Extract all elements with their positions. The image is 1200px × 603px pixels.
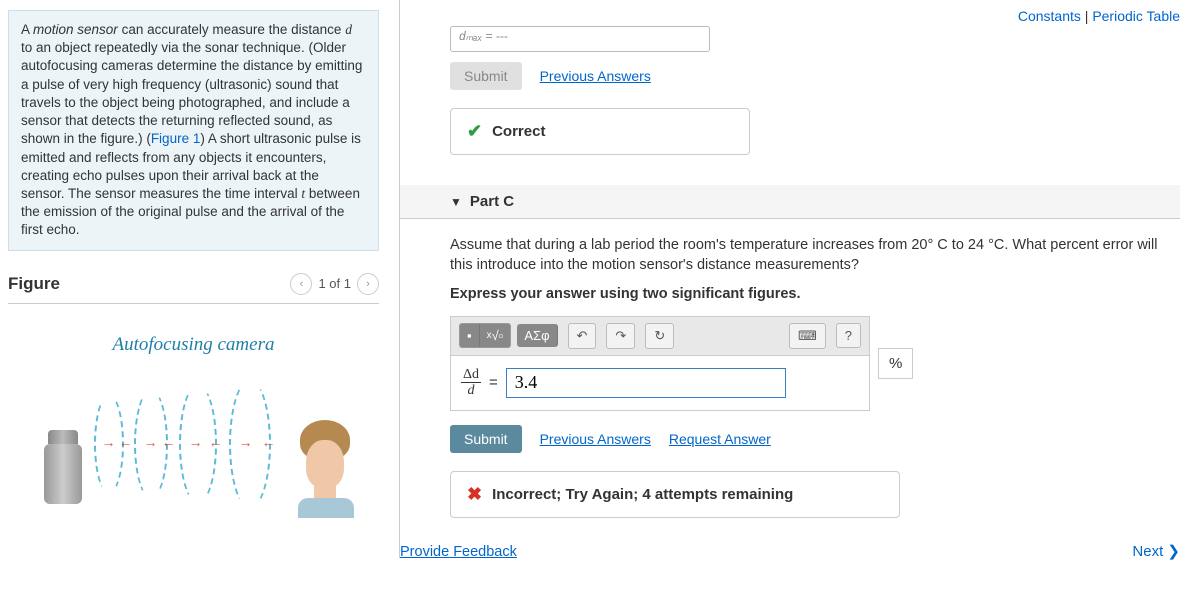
figure-pager: ‹ 1 of 1 › — [290, 273, 379, 295]
part-c-title: Part C — [470, 193, 514, 210]
answer-unit: % — [878, 348, 913, 379]
submit-button[interactable]: Submit — [450, 425, 522, 453]
symbols-button[interactable]: ΑΣφ — [517, 324, 557, 347]
x-icon: ✖ — [467, 484, 482, 505]
previous-answers-link[interactable]: Previous Answers — [540, 68, 651, 84]
figure-1-link[interactable]: Figure 1 — [151, 131, 201, 146]
feedback-correct: ✔ Correct — [450, 108, 750, 155]
feedback-incorrect: ✖ Incorrect; Try Again; 4 attempts remai… — [450, 471, 900, 518]
problem-intro: A motion sensor can accurately measure t… — [8, 10, 379, 251]
figure-prev-button[interactable]: ‹ — [290, 273, 312, 295]
answer-toolbar: ▪ x√▫ ΑΣφ ↶ ↷ ↻ ⌨ ? — [451, 317, 869, 356]
answer-variable-label: Δd d — [461, 368, 481, 398]
redo-button[interactable]: ↷ — [606, 323, 635, 349]
correct-text: Correct — [492, 123, 545, 140]
figure-caption: Autofocusing camera — [18, 334, 369, 356]
figure-next-button[interactable]: › — [357, 273, 379, 295]
figure-heading: Figure — [8, 274, 60, 294]
express-instruction: Express your answer using two significan… — [450, 286, 1180, 302]
part-c-header[interactable]: ▼ Part C — [400, 185, 1180, 219]
part-c-question: Assume that during a lab period the room… — [450, 235, 1180, 276]
incorrect-text: Incorrect; Try Again; 4 attempts remaini… — [492, 486, 793, 503]
answer-panel: ▪ x√▫ ΑΣφ ↶ ↷ ↻ ⌨ ? Δd d = — [450, 316, 870, 411]
reset-button[interactable]: ↻ — [645, 323, 674, 349]
request-answer-link[interactable]: Request Answer — [669, 431, 771, 447]
prev-answer-display: dₘₐₓ = --- — [450, 26, 710, 52]
equals-sign: = — [489, 374, 498, 391]
caret-down-icon: ▼ — [450, 195, 462, 209]
figure-pager-text: 1 of 1 — [318, 276, 351, 291]
check-icon: ✔ — [467, 121, 482, 142]
answer-input[interactable] — [506, 368, 786, 398]
sqrt-tool-button[interactable]: x√▫ — [480, 324, 511, 347]
previous-answers-link-2[interactable]: Previous Answers — [540, 431, 651, 447]
periodic-table-link[interactable]: Periodic Table — [1092, 8, 1180, 24]
template-tool-button[interactable]: ▪ — [460, 324, 480, 347]
undo-button[interactable]: ↶ — [568, 323, 597, 349]
next-button[interactable]: Next ❯ — [1132, 542, 1180, 560]
keyboard-button[interactable]: ⌨ — [789, 323, 826, 349]
help-button[interactable]: ? — [836, 323, 861, 348]
submit-button-disabled: Submit — [450, 62, 522, 90]
provide-feedback-link[interactable]: Provide Feedback — [400, 544, 517, 560]
figure-image: → ← → ← → ← → ← — [24, 374, 364, 514]
constants-link[interactable]: Constants — [1018, 8, 1081, 24]
